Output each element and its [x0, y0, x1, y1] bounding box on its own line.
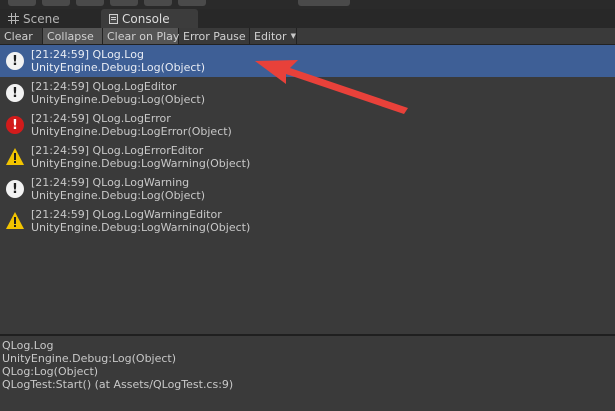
log-entry[interactable]: ! [21:24:59] QLog.LogError UnityEngine.Deb…	[0, 109, 615, 141]
details-line: QLogTest:Start() (at Assets/QLogTest.cs:…	[2, 378, 234, 391]
log-entry-message: [21:24:59] QLog.LogErrorEditor	[31, 144, 204, 157]
log-entry-stacktrace: UnityEngine.Debug:LogWarning(Object)	[31, 157, 251, 170]
log-entry-text: [21:24:59] QLog.LogEditor UnityEngine.Deb…	[31, 80, 205, 106]
log-entry[interactable]: ! [21:24:59] QLog.LogEditor UnityEngine.De…	[0, 77, 615, 109]
log-entry[interactable]: ! [21:24:59] QLog.Log UnityEngine.Debug:Lo…	[0, 45, 615, 77]
log-entry-text: [21:24:59] QLog.LogError UnityEngine.Debu…	[31, 112, 232, 138]
log-list: ! [21:24:59] QLog.Log UnityEngine.Debug:Lo…	[0, 45, 615, 334]
log-entry-stacktrace: UnityEngine.Debug:Log(Object)	[31, 189, 206, 202]
log-entry-stacktrace: UnityEngine.Debug:Log(Object)	[31, 61, 206, 74]
info-icon: !	[5, 83, 25, 103]
grid-icon	[8, 13, 19, 24]
warning-icon	[5, 147, 25, 167]
caret-down-icon: ▼	[290, 32, 296, 40]
toolbar-button[interactable]	[42, 0, 70, 6]
tab-console-label: Console	[122, 11, 170, 26]
console-icon	[109, 13, 118, 24]
log-entry-text: [21:24:59] QLog.Log UnityEngine.Debug:Log…	[31, 48, 205, 74]
error-icon: !	[5, 115, 25, 135]
clear-button[interactable]: Clear	[0, 28, 43, 44]
log-entry-message: [21:24:59] QLog.LogWarning	[31, 176, 190, 189]
toolbar-button[interactable]	[8, 0, 36, 6]
log-entry-text: [21:24:59] QLog.LogWarningEditor UnityEng…	[31, 208, 250, 234]
toolbar-button[interactable]	[178, 0, 206, 6]
log-entry[interactable]: [21:24:59] QLog.LogErrorEditor UnityEngin…	[0, 141, 615, 173]
editor-dropdown[interactable]: Editor ▼	[250, 28, 297, 44]
toolbar-button[interactable]	[110, 0, 138, 6]
log-entry-stacktrace: UnityEngine.Debug:Log(Object)	[31, 93, 206, 106]
details-line: QLog:Log(Object)	[2, 365, 99, 378]
tab-scene[interactable]: Scene	[0, 9, 96, 28]
info-icon: !	[5, 51, 25, 71]
collapse-toggle[interactable]: Collapse	[43, 28, 103, 44]
log-entry-text: [21:24:59] QLog.LogWarning UnityEngine.De…	[31, 176, 205, 202]
warning-icon	[5, 211, 25, 231]
editor-dropdown-label: Editor	[254, 29, 287, 43]
error-pause-toggle[interactable]: Error Pause	[179, 28, 250, 44]
log-entry[interactable]: ! [21:24:59] QLog.LogWarning UnityEngine.D…	[0, 173, 615, 205]
toolbar-button[interactable]	[76, 0, 104, 6]
tab-scene-label: Scene	[23, 11, 60, 26]
toolbar-button[interactable]	[298, 0, 350, 6]
log-details-pane: QLog.Log UnityEngine.Debug:Log(Object) QLo…	[0, 336, 615, 411]
details-line: QLog.Log	[2, 339, 54, 352]
log-entry-text: [21:24:59] QLog.LogErrorEditor UnityEngin…	[31, 144, 250, 170]
clear-on-play-toggle[interactable]: Clear on Play	[103, 28, 179, 44]
log-entry-stacktrace: UnityEngine.Debug:LogWarning(Object)	[31, 221, 251, 234]
toolbar-button[interactable]	[144, 0, 172, 6]
info-icon: !	[5, 179, 25, 199]
log-entry-message: [21:24:59] QLog.LogEditor	[31, 80, 177, 93]
console-toolbar: Clear Collapse Clear on Play Error Pause…	[0, 28, 615, 45]
tab-console[interactable]: Console	[101, 9, 198, 28]
unity-console-window: Scene Console Clear Collapse Clear on Pl…	[0, 0, 615, 411]
log-entry[interactable]: [21:24:59] QLog.LogWarningEditor UnityEng…	[0, 205, 615, 237]
log-entry-message: [21:24:59] QLog.LogError	[31, 112, 171, 125]
log-entry-stacktrace: UnityEngine.Debug:LogError(Object)	[31, 125, 232, 138]
main-toolbar-strip	[0, 0, 615, 9]
log-entry-message: [21:24:59] QLog.Log	[31, 48, 144, 61]
tab-bar: Scene Console	[0, 9, 615, 28]
details-line: UnityEngine.Debug:Log(Object)	[2, 352, 177, 365]
log-entry-message: [21:24:59] QLog.LogWarningEditor	[31, 208, 222, 221]
